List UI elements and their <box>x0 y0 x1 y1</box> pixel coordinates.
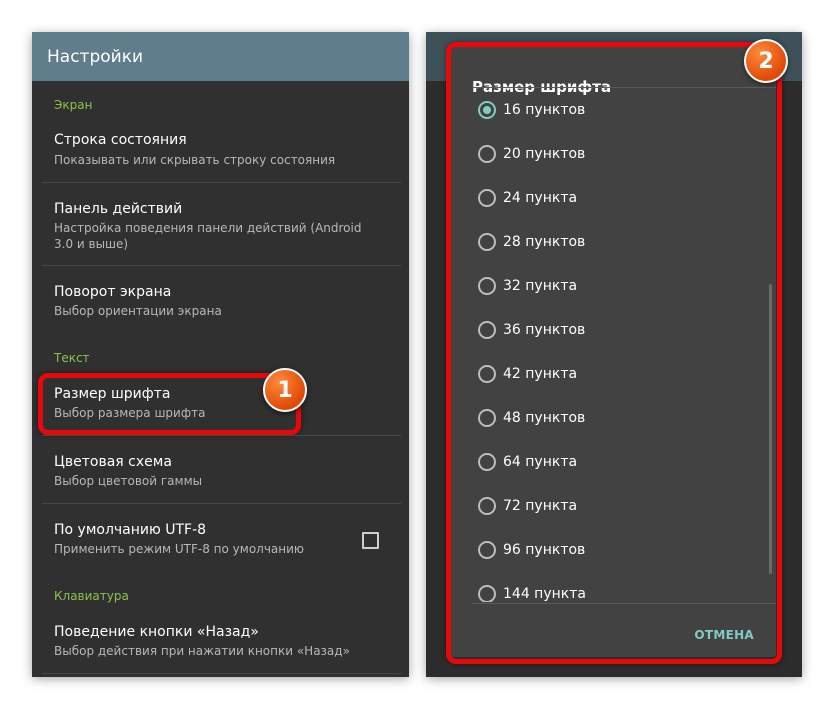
setting-summary: Настройка поведения панели действий (And… <box>54 221 362 251</box>
setting-title: По умолчанию UTF-8 <box>54 522 207 538</box>
app-bar: Настройки <box>32 32 409 81</box>
divider <box>42 673 401 674</box>
settings-screen: Настройки Экран Строка состояния Показыв… <box>32 32 409 677</box>
setting-status-bar[interactable]: Строка состояния Показывать или скрывать… <box>32 128 409 184</box>
setting-screen-rotation[interactable]: Поворот экрана Выбор ориентации экрана <box>32 280 409 330</box>
divider <box>42 503 401 504</box>
callout-badge-1: 1 <box>263 368 307 412</box>
setting-back-button-behavior[interactable]: Поведение кнопки «Назад» Выбор действия … <box>32 620 409 670</box>
setting-summary: Показывать или скрывать строку состояния <box>54 153 336 167</box>
setting-summary: Выбор действия при нажатии кнопки «Назад… <box>54 644 350 658</box>
setting-title: Цветовая схема <box>54 454 172 470</box>
highlight-box-1 <box>38 373 301 435</box>
divider <box>42 265 401 266</box>
setting-color-scheme[interactable]: Цветовая схема Выбор цветовой гаммы <box>32 450 409 500</box>
section-header-keyboard: Клавиатура <box>54 589 129 603</box>
setting-title: Поворот экрана <box>54 284 172 300</box>
setting-title: Строка состояния <box>54 132 187 148</box>
app-bar-title: Настройки <box>47 46 144 67</box>
font-size-dialog-screen: Размер шрифта 16 пунктов 20 пунктов 24 п… <box>426 32 802 677</box>
section-header-text: Текст <box>54 351 90 365</box>
highlight-box-2 <box>446 42 782 664</box>
divider <box>42 435 401 436</box>
utf8-checkbox[interactable] <box>362 532 379 549</box>
setting-title: Поведение кнопки «Назад» <box>54 624 259 640</box>
setting-summary: Выбор ориентации экрана <box>54 304 222 318</box>
callout-badge-2: 2 <box>744 39 788 83</box>
setting-utf8-default[interactable]: По умолчанию UTF-8 Применить режим UTF-8… <box>32 518 409 570</box>
setting-summary: Применить режим UTF-8 по умолчанию <box>54 542 305 556</box>
setting-title: Панель действий <box>54 201 183 217</box>
divider <box>42 182 401 183</box>
setting-action-bar[interactable]: Панель действий Настройка поведения пане… <box>32 196 409 266</box>
setting-summary: Выбор цветовой гаммы <box>54 474 203 488</box>
section-header-screen: Экран <box>54 98 93 112</box>
